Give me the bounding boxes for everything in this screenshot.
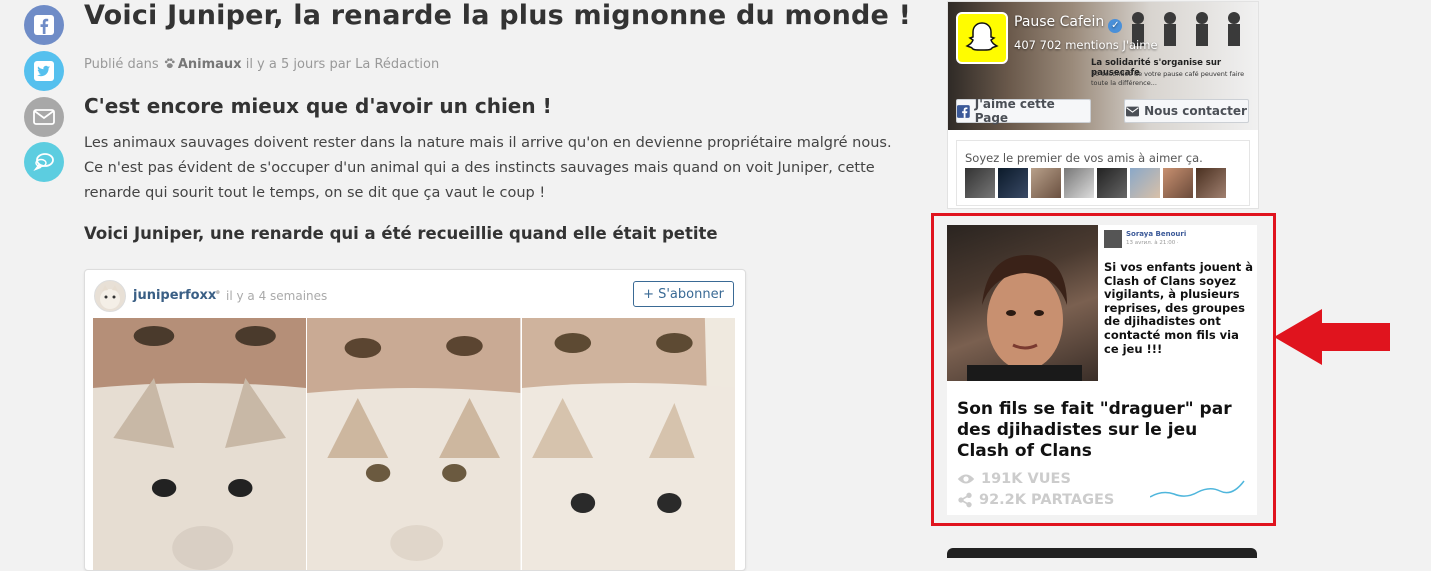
friend-thumb[interactable] — [1031, 168, 1061, 198]
post-time: il y a 4 semaines — [226, 289, 328, 303]
fb-contact-label: Nous contacter — [1144, 104, 1247, 118]
mail-icon — [33, 109, 55, 125]
friend-thumb[interactable] — [1130, 168, 1160, 198]
fb-like-page-button[interactable]: J'aime cette Page — [956, 97, 1091, 125]
cover-subtext: 30 secondes de votre pause café peuvent … — [1091, 70, 1245, 87]
photo-grid — [93, 318, 735, 570]
article-paragraph: Les animaux sauvages doivent rester dans… — [84, 135, 892, 201]
shares-stat: 92.2K PARTAGES — [957, 492, 1114, 508]
fb-friend-thumbnails — [965, 168, 1226, 198]
post-author: Soraya Benouri — [1126, 230, 1187, 238]
people-illustration — [1132, 12, 1240, 46]
next-promoted-card[interactable] — [947, 548, 1257, 558]
fox-photo-3[interactable] — [521, 318, 735, 570]
fb-like-count: 407 702 mentions J'aime — [1014, 38, 1158, 52]
friend-thumb[interactable] — [1163, 168, 1193, 198]
friend-thumb[interactable] — [1097, 168, 1127, 198]
red-arrow-icon — [1274, 309, 1390, 365]
friend-thumb[interactable] — [998, 168, 1028, 198]
twitter-share-button[interactable] — [24, 51, 64, 91]
instagram-embed: juniperfoxx • il y a 4 semaines + S'abon… — [84, 269, 746, 571]
share-icon — [958, 492, 972, 508]
fb-page-name-text: Pause Cafein — [1014, 14, 1105, 30]
category-link[interactable]: Animaux — [178, 57, 242, 72]
fox-photo-2[interactable] — [307, 318, 521, 570]
facebook-icon — [34, 15, 54, 35]
meta-suffix: il y a 5 jours par La Rédaction — [245, 57, 440, 72]
eye-icon — [957, 474, 975, 484]
fox-photo-1[interactable] — [93, 318, 307, 570]
email-share-button[interactable] — [24, 97, 64, 137]
follow-button[interactable]: + S'abonner — [633, 281, 734, 307]
article-meta: Publié dans Animaux il y a 5 jours par L… — [84, 57, 439, 72]
avatar — [1104, 230, 1122, 248]
snapchat-logo — [956, 12, 1008, 64]
facebook-post-screenshot: Soraya Benouri 13 avrил. à 21:00 · Si vo… — [1100, 225, 1257, 381]
promo-headline[interactable]: Son fils se fait "draguer" par des djiha… — [957, 399, 1252, 462]
comment-icon — [33, 153, 54, 172]
friend-thumb[interactable] — [1064, 168, 1094, 198]
shares-count: 92.2K PARTAGES — [979, 492, 1115, 508]
promoted-article-card[interactable]: Soraya Benouri 13 avrил. à 21:00 · Si vo… — [947, 225, 1257, 515]
facebook-share-button[interactable] — [24, 5, 64, 45]
article-subtitle: C'est encore mieux que d'avoir un chien … — [84, 94, 552, 118]
instagram-username[interactable]: juniperfoxx — [133, 288, 216, 303]
fb-friends-box: Soyez le premier de vos amis à aimer ça. — [956, 140, 1250, 206]
mail-icon — [1126, 106, 1140, 116]
fb-like-label: J'aime cette Page — [974, 97, 1055, 125]
friend-thumb[interactable] — [1196, 168, 1226, 198]
views-stat: 191K VUES — [957, 471, 1071, 487]
separator-dot: • — [214, 286, 222, 301]
post-text: Si vos enfants jouent à Clash of Clans s… — [1104, 260, 1254, 356]
comment-button[interactable] — [24, 142, 64, 182]
promo-image: Soraya Benouri 13 avrил. à 21:00 · Si vo… — [947, 225, 1257, 381]
facebook-icon — [957, 104, 970, 118]
twitter-icon — [34, 61, 54, 81]
facebook-page-widget: Pause Cafein ✓ 407 702 mentions J'aime La… — [947, 1, 1259, 209]
section-heading: Voici Juniper, une renarde qui a été rec… — [84, 224, 718, 243]
article-title: Voici Juniper, la renarde la plus mignon… — [84, 0, 912, 31]
meta-prefix: Publié dans — [84, 57, 159, 72]
views-count: 191K VUES — [981, 471, 1071, 487]
paw-icon — [164, 58, 175, 69]
avatar[interactable] — [94, 280, 126, 312]
trend-sparkline — [1150, 480, 1245, 498]
fb-page-name[interactable]: Pause Cafein ✓ — [1014, 14, 1123, 33]
post-meta: 13 avrил. à 21:00 · — [1126, 240, 1179, 246]
friend-thumb[interactable] — [965, 168, 995, 198]
woman-photo — [947, 225, 1098, 381]
fb-friends-text: Soyez le premier de vos amis à aimer ça. — [965, 151, 1203, 165]
fb-contact-button[interactable]: Nous contacter — [1124, 99, 1249, 123]
verified-icon: ✓ — [1108, 19, 1123, 33]
